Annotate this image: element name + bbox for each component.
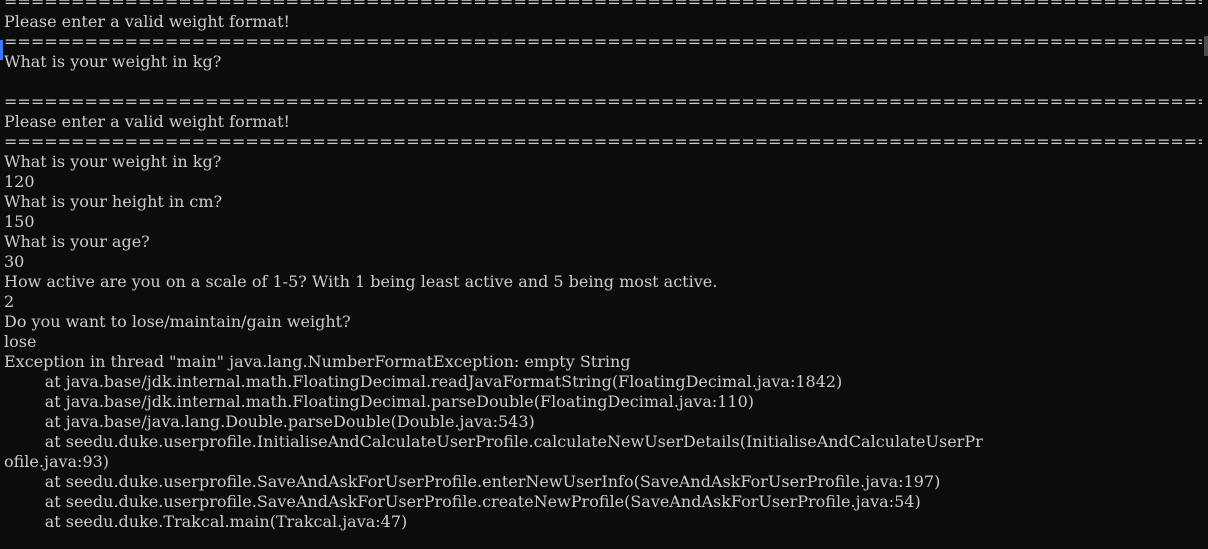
terminal-line: ========================================… (4, 92, 1202, 111)
terminal-output: ========================================… (4, 0, 1202, 532)
terminal-line: ========================================… (4, 32, 1202, 51)
terminal-line: at seedu.duke.userprofile.InitialiseAndC… (4, 432, 983, 451)
terminal-line: 150 (4, 212, 35, 231)
terminal-line: What is your weight in kg? (4, 52, 222, 71)
terminal-line: lose (4, 332, 37, 351)
terminal-line: 30 (4, 252, 25, 271)
terminal-window[interactable]: ========================================… (0, 0, 1208, 549)
terminal-line: Exception in thread "main" java.lang.Num… (4, 352, 631, 371)
scrollbar-thumb[interactable] (1204, 36, 1208, 56)
terminal-line: Do you want to lose/maintain/gain weight… (4, 312, 351, 331)
terminal-line: Please enter a valid weight format! (4, 112, 290, 131)
terminal-line: at java.base/jdk.internal.math.FloatingD… (4, 392, 755, 411)
terminal-line: 120 (4, 172, 35, 191)
terminal-line: at seedu.duke.userprofile.SaveAndAskForU… (4, 492, 921, 511)
terminal-line: Please enter a valid weight format! (4, 12, 290, 31)
terminal-line: How active are you on a scale of 1-5? Wi… (4, 272, 718, 291)
terminal-line: at java.base/jdk.internal.math.FloatingD… (4, 372, 843, 391)
selection-marker (0, 40, 3, 60)
vertical-scrollbar[interactable] (1204, 0, 1208, 549)
terminal-line: ofile.java:93) (4, 452, 110, 471)
terminal-line: at seedu.duke.Trakcal.main(Trakcal.java:… (4, 512, 408, 531)
terminal-line: What is your weight in kg? (4, 152, 222, 171)
terminal-line: at java.base/java.lang.Double.parseDoubl… (4, 412, 535, 431)
terminal-line: ========================================… (4, 132, 1202, 151)
terminal-line: at seedu.duke.userprofile.SaveAndAskForU… (4, 472, 941, 491)
terminal-line: What is your age? (4, 232, 150, 251)
terminal-line: What is your height in cm? (4, 192, 223, 211)
terminal-line: 2 (4, 292, 15, 311)
terminal-line: ========================================… (4, 0, 1202, 11)
